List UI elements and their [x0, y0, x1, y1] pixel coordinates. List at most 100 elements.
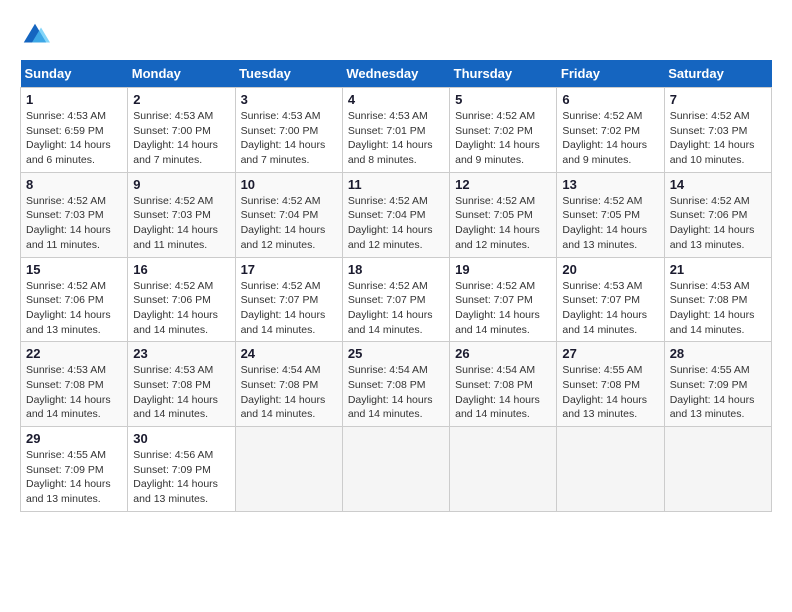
calendar-cell: 29 Sunrise: 4:55 AM Sunset: 7:09 PM Dayl… — [21, 427, 128, 512]
calendar-cell: 12 Sunrise: 4:52 AM Sunset: 7:05 PM Dayl… — [450, 172, 557, 257]
day-number: 19 — [455, 262, 551, 277]
day-number: 4 — [348, 92, 444, 107]
day-number: 14 — [670, 177, 766, 192]
day-number: 25 — [348, 346, 444, 361]
day-info: Sunrise: 4:52 AM Sunset: 7:03 PM Dayligh… — [670, 110, 755, 166]
day-number: 17 — [241, 262, 337, 277]
day-info: Sunrise: 4:53 AM Sunset: 7:01 PM Dayligh… — [348, 110, 433, 166]
day-number: 1 — [26, 92, 122, 107]
day-number: 22 — [26, 346, 122, 361]
calendar-cell: 3 Sunrise: 4:53 AM Sunset: 7:00 PM Dayli… — [235, 88, 342, 173]
calendar-cell: 13 Sunrise: 4:52 AM Sunset: 7:05 PM Dayl… — [557, 172, 664, 257]
day-number: 11 — [348, 177, 444, 192]
calendar-week-2: 8 Sunrise: 4:52 AM Sunset: 7:03 PM Dayli… — [21, 172, 772, 257]
day-number: 2 — [133, 92, 229, 107]
day-number: 13 — [562, 177, 658, 192]
calendar-cell — [450, 427, 557, 512]
day-number: 9 — [133, 177, 229, 192]
calendar-week-1: 1 Sunrise: 4:53 AM Sunset: 6:59 PM Dayli… — [21, 88, 772, 173]
calendar-cell — [235, 427, 342, 512]
calendar-header-thursday: Thursday — [450, 60, 557, 88]
calendar-cell: 25 Sunrise: 4:54 AM Sunset: 7:08 PM Dayl… — [342, 342, 449, 427]
day-info: Sunrise: 4:52 AM Sunset: 7:03 PM Dayligh… — [133, 195, 218, 251]
calendar-week-3: 15 Sunrise: 4:52 AM Sunset: 7:06 PM Dayl… — [21, 257, 772, 342]
day-info: Sunrise: 4:55 AM Sunset: 7:09 PM Dayligh… — [670, 364, 755, 420]
calendar-cell: 22 Sunrise: 4:53 AM Sunset: 7:08 PM Dayl… — [21, 342, 128, 427]
day-number: 8 — [26, 177, 122, 192]
day-info: Sunrise: 4:54 AM Sunset: 7:08 PM Dayligh… — [241, 364, 326, 420]
calendar-cell: 6 Sunrise: 4:52 AM Sunset: 7:02 PM Dayli… — [557, 88, 664, 173]
calendar-cell: 28 Sunrise: 4:55 AM Sunset: 7:09 PM Dayl… — [664, 342, 771, 427]
day-info: Sunrise: 4:52 AM Sunset: 7:05 PM Dayligh… — [455, 195, 540, 251]
logo — [20, 20, 54, 50]
day-number: 20 — [562, 262, 658, 277]
day-number: 15 — [26, 262, 122, 277]
day-number: 16 — [133, 262, 229, 277]
calendar-cell: 27 Sunrise: 4:55 AM Sunset: 7:08 PM Dayl… — [557, 342, 664, 427]
day-number: 12 — [455, 177, 551, 192]
day-info: Sunrise: 4:53 AM Sunset: 7:08 PM Dayligh… — [133, 364, 218, 420]
calendar-header-sunday: Sunday — [21, 60, 128, 88]
day-info: Sunrise: 4:52 AM Sunset: 7:03 PM Dayligh… — [26, 195, 111, 251]
day-info: Sunrise: 4:52 AM Sunset: 7:04 PM Dayligh… — [241, 195, 326, 251]
calendar-cell: 1 Sunrise: 4:53 AM Sunset: 6:59 PM Dayli… — [21, 88, 128, 173]
day-info: Sunrise: 4:52 AM Sunset: 7:07 PM Dayligh… — [455, 280, 540, 336]
day-number: 27 — [562, 346, 658, 361]
day-number: 21 — [670, 262, 766, 277]
calendar-cell: 7 Sunrise: 4:52 AM Sunset: 7:03 PM Dayli… — [664, 88, 771, 173]
calendar-cell: 8 Sunrise: 4:52 AM Sunset: 7:03 PM Dayli… — [21, 172, 128, 257]
day-number: 26 — [455, 346, 551, 361]
calendar-cell: 2 Sunrise: 4:53 AM Sunset: 7:00 PM Dayli… — [128, 88, 235, 173]
calendar-cell — [664, 427, 771, 512]
day-number: 28 — [670, 346, 766, 361]
calendar-cell: 26 Sunrise: 4:54 AM Sunset: 7:08 PM Dayl… — [450, 342, 557, 427]
calendar-cell: 23 Sunrise: 4:53 AM Sunset: 7:08 PM Dayl… — [128, 342, 235, 427]
day-number: 3 — [241, 92, 337, 107]
calendar-cell — [342, 427, 449, 512]
day-number: 30 — [133, 431, 229, 446]
calendar-cell: 10 Sunrise: 4:52 AM Sunset: 7:04 PM Dayl… — [235, 172, 342, 257]
day-number: 7 — [670, 92, 766, 107]
calendar-cell: 19 Sunrise: 4:52 AM Sunset: 7:07 PM Dayl… — [450, 257, 557, 342]
day-info: Sunrise: 4:52 AM Sunset: 7:05 PM Dayligh… — [562, 195, 647, 251]
day-info: Sunrise: 4:53 AM Sunset: 7:07 PM Dayligh… — [562, 280, 647, 336]
calendar-cell: 17 Sunrise: 4:52 AM Sunset: 7:07 PM Dayl… — [235, 257, 342, 342]
calendar-header-friday: Friday — [557, 60, 664, 88]
day-info: Sunrise: 4:52 AM Sunset: 7:07 PM Dayligh… — [348, 280, 433, 336]
day-number: 10 — [241, 177, 337, 192]
day-info: Sunrise: 4:55 AM Sunset: 7:08 PM Dayligh… — [562, 364, 647, 420]
calendar-cell: 9 Sunrise: 4:52 AM Sunset: 7:03 PM Dayli… — [128, 172, 235, 257]
calendar-cell: 16 Sunrise: 4:52 AM Sunset: 7:06 PM Dayl… — [128, 257, 235, 342]
day-info: Sunrise: 4:52 AM Sunset: 7:04 PM Dayligh… — [348, 195, 433, 251]
day-number: 24 — [241, 346, 337, 361]
calendar-header-saturday: Saturday — [664, 60, 771, 88]
day-info: Sunrise: 4:53 AM Sunset: 7:08 PM Dayligh… — [670, 280, 755, 336]
day-info: Sunrise: 4:53 AM Sunset: 7:00 PM Dayligh… — [133, 110, 218, 166]
day-info: Sunrise: 4:54 AM Sunset: 7:08 PM Dayligh… — [348, 364, 433, 420]
calendar-cell: 18 Sunrise: 4:52 AM Sunset: 7:07 PM Dayl… — [342, 257, 449, 342]
day-info: Sunrise: 4:53 AM Sunset: 7:08 PM Dayligh… — [26, 364, 111, 420]
calendar-cell: 4 Sunrise: 4:53 AM Sunset: 7:01 PM Dayli… — [342, 88, 449, 173]
day-info: Sunrise: 4:52 AM Sunset: 7:07 PM Dayligh… — [241, 280, 326, 336]
calendar-cell — [557, 427, 664, 512]
day-info: Sunrise: 4:54 AM Sunset: 7:08 PM Dayligh… — [455, 364, 540, 420]
day-info: Sunrise: 4:52 AM Sunset: 7:06 PM Dayligh… — [670, 195, 755, 251]
calendar-cell: 5 Sunrise: 4:52 AM Sunset: 7:02 PM Dayli… — [450, 88, 557, 173]
day-number: 18 — [348, 262, 444, 277]
day-number: 29 — [26, 431, 122, 446]
calendar-header-monday: Monday — [128, 60, 235, 88]
day-number: 23 — [133, 346, 229, 361]
calendar-week-4: 22 Sunrise: 4:53 AM Sunset: 7:08 PM Dayl… — [21, 342, 772, 427]
page-header — [20, 20, 772, 50]
day-info: Sunrise: 4:52 AM Sunset: 7:06 PM Dayligh… — [133, 280, 218, 336]
calendar-header-tuesday: Tuesday — [235, 60, 342, 88]
calendar-week-5: 29 Sunrise: 4:55 AM Sunset: 7:09 PM Dayl… — [21, 427, 772, 512]
day-info: Sunrise: 4:55 AM Sunset: 7:09 PM Dayligh… — [26, 449, 111, 505]
day-info: Sunrise: 4:52 AM Sunset: 7:06 PM Dayligh… — [26, 280, 111, 336]
day-info: Sunrise: 4:52 AM Sunset: 7:02 PM Dayligh… — [455, 110, 540, 166]
day-number: 5 — [455, 92, 551, 107]
day-number: 6 — [562, 92, 658, 107]
day-info: Sunrise: 4:52 AM Sunset: 7:02 PM Dayligh… — [562, 110, 647, 166]
day-info: Sunrise: 4:53 AM Sunset: 6:59 PM Dayligh… — [26, 110, 111, 166]
day-info: Sunrise: 4:56 AM Sunset: 7:09 PM Dayligh… — [133, 449, 218, 505]
